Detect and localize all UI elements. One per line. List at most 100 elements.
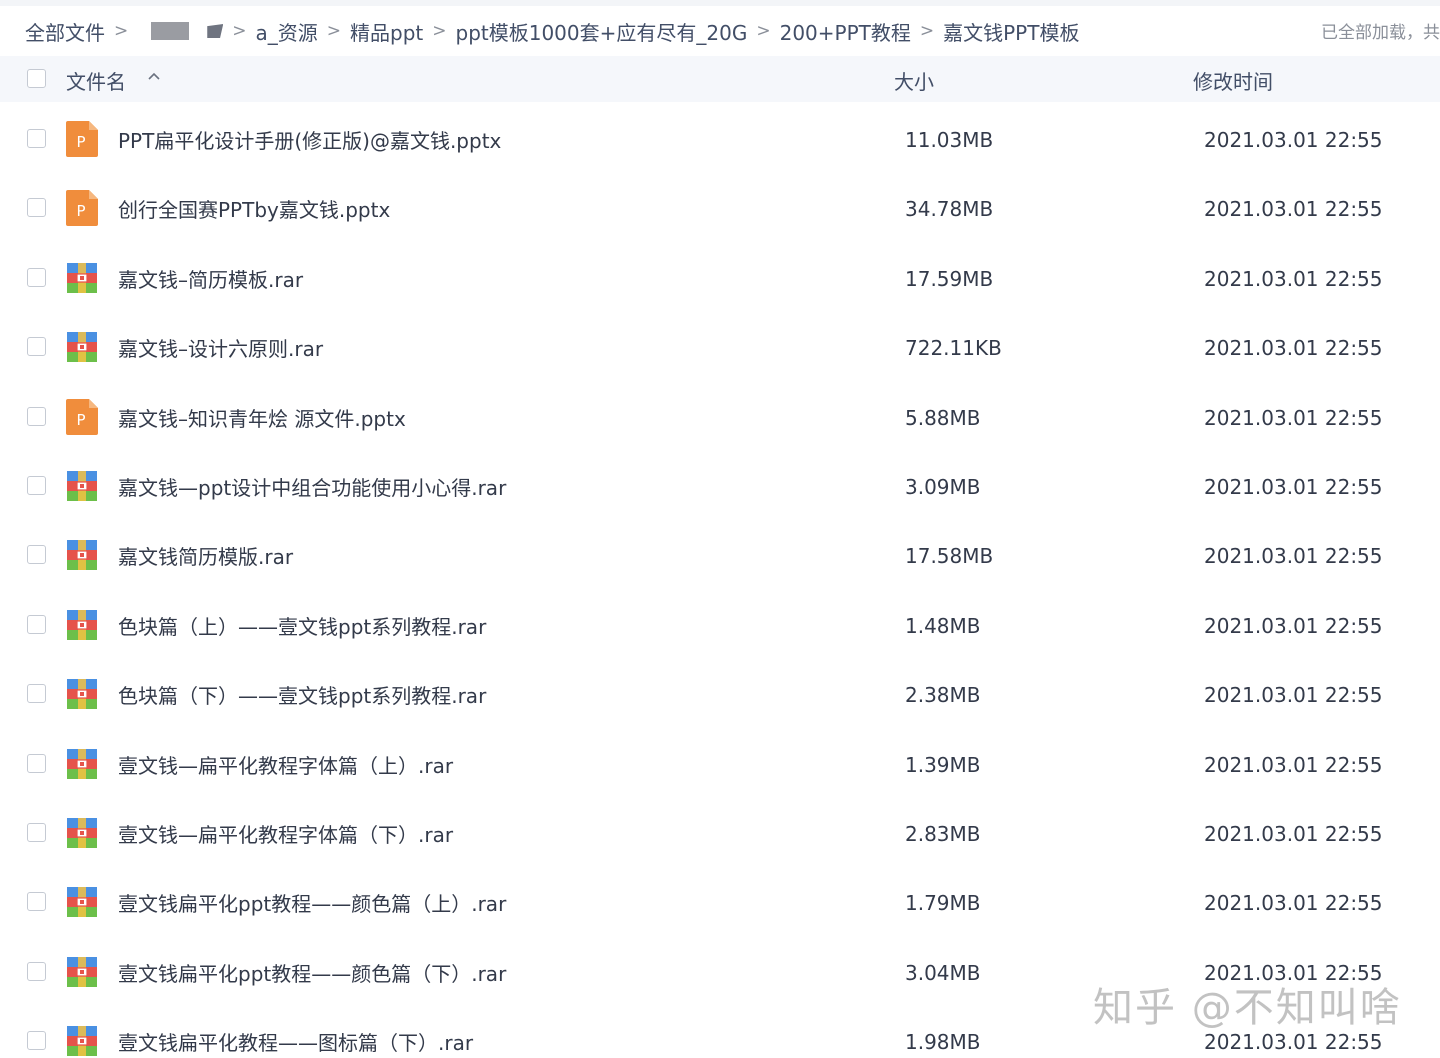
file-name[interactable]: PPT扁平化设计手册(修正版)@嘉文钱.pptx [118,125,501,154]
redacted-path-segment-2 [207,24,224,38]
file-name[interactable]: 嘉文钱—ppt设计中组合功能使用小心得.rar [118,472,506,501]
row-checkbox[interactable] [27,1031,46,1051]
file-row[interactable]: P 嘉文钱–知识青年烩 源文件.pptx 5.88MB 2021.03.01 2… [0,382,1440,451]
file-modified-time: 2021.03.01 22:55 [1204,544,1383,569]
pptx-file-icon: P [66,121,98,157]
file-size: 34.78MB [905,197,994,222]
file-size: 5.88MB [905,405,981,430]
file-modified-time: 2021.03.01 22:55 [1204,197,1383,222]
file-size: 3.04MB [905,960,981,985]
file-row[interactable]: 色块篇（上）——壹文钱ppt系列教程.rar 1.48MB 2021.03.01… [0,590,1440,659]
file-row[interactable]: 壹文钱—扁平化教程字体篇（下）.rar 2.83MB 2021.03.01 22… [0,798,1440,867]
rar-archive-icon [67,1026,97,1057]
file-list-header: 文件名 大小 修改时间 [0,56,1440,102]
file-modified-time: 2021.03.01 22:55 [1204,128,1383,152]
breadcrumb-item[interactable]: 精品ppt [350,17,423,46]
file-name[interactable]: 嘉文钱–知识青年烩 源文件.pptx [118,403,406,432]
row-checkbox[interactable] [27,337,46,357]
row-checkbox[interactable] [27,753,46,773]
column-header-size[interactable]: 大小 [894,66,934,95]
select-all-checkbox[interactable] [27,69,46,88]
rar-archive-icon [67,817,97,848]
file-name[interactable]: 壹文钱扁平化ppt教程——颜色篇（上）.rar [118,888,506,917]
breadcrumb-item[interactable]: a_资源 [256,17,318,46]
breadcrumb-root[interactable]: 全部文件 [25,17,105,46]
file-row[interactable]: P PPT扁平化设计手册(修正版)@嘉文钱.pptx 11.03MB 2021.… [0,104,1440,173]
file-modified-time: 2021.03.01 22:55 [1204,821,1383,846]
breadcrumb-current: 嘉文钱PPT模板 [943,20,1080,45]
file-size: 722.11KB [905,336,1002,361]
file-row[interactable]: 色块篇（下）——壹文钱ppt系列教程.rar 2.38MB 2021.03.01… [0,659,1440,728]
row-checkbox[interactable] [27,961,46,981]
file-row[interactable]: 嘉文钱简历模版.rar 17.58MB 2021.03.01 22:55 [0,520,1440,589]
column-header-time[interactable]: 修改时间 [1193,66,1273,95]
file-row[interactable]: 嘉文钱—ppt设计中组合功能使用小心得.rar 3.09MB 2021.03.0… [0,451,1440,520]
file-name[interactable]: 嘉文钱–简历模板.rar [118,264,303,293]
file-size: 2.83MB [905,821,981,846]
file-size: 17.59MB [905,266,994,291]
file-name[interactable]: 色块篇（上）——壹文钱ppt系列教程.rar [118,611,486,640]
breadcrumb-separator-icon: > [919,21,935,41]
file-name[interactable]: 嘉文钱简历模版.rar [118,541,293,570]
rar-archive-icon [67,609,97,640]
file-row[interactable]: 壹文钱—扁平化教程字体篇（上）.rar 1.39MB 2021.03.01 22… [0,729,1440,798]
rar-archive-icon [67,956,97,987]
file-size: 1.39MB [905,752,981,777]
row-checkbox[interactable] [27,545,46,565]
file-size: 11.03MB [905,128,994,152]
breadcrumb: 全部文件 > > a_资源 > 精品ppt > ppt模板1000套+应有尽有_… [0,0,1440,56]
rar-archive-icon [67,540,97,571]
row-checkbox[interactable] [27,822,46,842]
breadcrumb-separator-icon: > [756,21,771,41]
file-modified-time: 2021.03.01 22:55 [1204,474,1383,499]
file-name[interactable]: 壹文钱—扁平化教程字体篇（上）.rar [118,750,453,779]
breadcrumb-item[interactable]: 200+PPT教程 [780,17,911,46]
pptx-file-icon: P [66,190,98,227]
file-row[interactable]: 嘉文钱–设计六原则.rar 722.11KB 2021.03.01 22:55 [0,312,1440,381]
file-row[interactable]: 壹文钱扁平化ppt教程——颜色篇（上）.rar 1.79MB 2021.03.0… [0,867,1440,936]
file-name[interactable]: 创行全国赛PPTby嘉文钱.pptx [118,194,390,223]
rar-archive-icon [67,262,97,293]
file-modified-time: 2021.03.01 22:55 [1204,891,1383,916]
svg-text:P: P [76,133,85,151]
file-row[interactable]: P 创行全国赛PPTby嘉文钱.pptx 34.78MB 2021.03.01 … [0,173,1440,242]
file-name[interactable]: 壹文钱扁平化ppt教程——颜色篇（下）.rar [118,958,506,987]
file-row[interactable]: 嘉文钱–简历模板.rar 17.59MB 2021.03.01 22:55 [0,243,1440,312]
file-modified-time: 2021.03.01 22:55 [1204,405,1383,430]
file-modified-time: 2021.03.01 22:55 [1204,1030,1383,1055]
file-size: 17.58MB [905,544,994,569]
row-checkbox[interactable] [27,267,46,287]
file-name[interactable]: 色块篇（下）——壹文钱ppt系列教程.rar [118,680,486,709]
file-modified-time: 2021.03.01 22:55 [1204,752,1383,777]
breadcrumb-item[interactable]: ppt模板1000套+应有尽有_20G [456,17,748,46]
row-checkbox[interactable] [27,614,46,634]
watermark: 知乎 @不知叫啥 [1093,985,1402,1031]
breadcrumb-separator-icon: > [114,21,129,41]
row-checkbox[interactable] [27,129,46,148]
row-checkbox[interactable] [27,406,46,426]
rar-archive-icon [67,748,97,779]
file-name[interactable]: 壹文钱—扁平化教程字体篇（下）.rar [118,819,453,848]
file-modified-time: 2021.03.01 22:55 [1204,336,1383,361]
row-checkbox[interactable] [27,684,46,704]
row-checkbox[interactable] [27,475,46,495]
row-checkbox[interactable] [27,892,46,912]
file-size: 3.09MB [905,474,981,499]
load-status-text: 已全部加载，共 [1315,18,1440,43]
file-modified-time: 2021.03.01 22:55 [1204,683,1383,708]
svg-text:P: P [76,202,85,220]
file-name[interactable]: 嘉文钱–设计六原则.rar [118,333,323,362]
breadcrumb-separator-icon: > [432,21,447,41]
file-size: 1.98MB [905,1030,981,1055]
row-checkbox[interactable] [27,198,46,218]
file-name[interactable]: 壹文钱扁平化教程——图标篇（下）.rar [118,1027,473,1056]
file-size: 1.48MB [905,613,981,638]
file-size: 1.79MB [905,891,981,916]
sort-ascending-icon[interactable] [146,66,162,86]
file-size: 2.38MB [905,683,981,708]
file-manager: 全部文件 > > a_资源 > 精品ppt > ppt模板1000套+应有尽有_… [0,0,1440,1058]
breadcrumb-separator-icon: > [326,21,342,41]
column-header-name[interactable]: 文件名 [66,66,126,95]
rar-archive-icon [67,679,97,710]
rar-archive-icon [67,887,97,918]
